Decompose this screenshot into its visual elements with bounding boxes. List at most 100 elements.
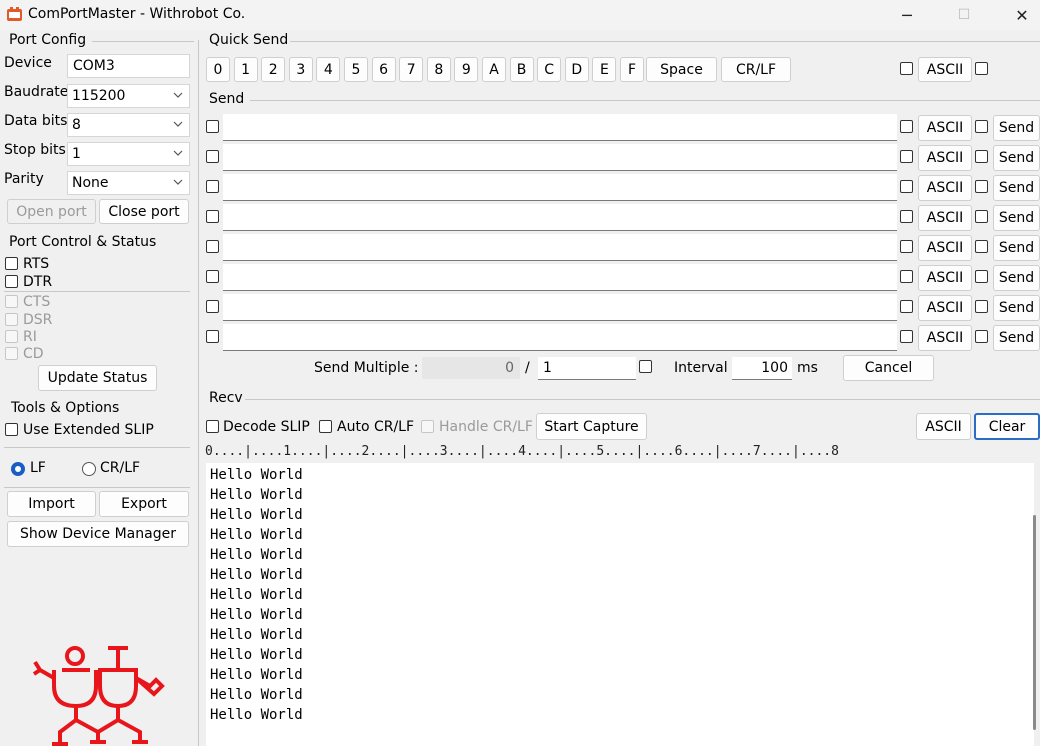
- send-row-send-checkbox[interactable]: [975, 330, 988, 343]
- send-row-ascii-button[interactable]: ASCII: [918, 325, 972, 351]
- send-row-send-checkbox[interactable]: [975, 120, 988, 133]
- interval-input[interactable]: 100: [732, 357, 792, 380]
- import-button[interactable]: Import: [7, 491, 96, 517]
- send-row-ascii-button[interactable]: ASCII: [918, 295, 972, 321]
- send-row-checkbox[interactable]: [206, 120, 219, 133]
- close-port-button[interactable]: Close port: [99, 199, 189, 224]
- recv-output[interactable]: Hello World Hello World Hello World Hello W…: [206, 463, 1034, 746]
- send-row-send-checkbox[interactable]: [975, 180, 988, 193]
- cd-checkbox: [5, 347, 18, 360]
- clear-button[interactable]: Clear: [974, 413, 1040, 440]
- send-row-input[interactable]: [223, 324, 897, 351]
- send-row-checkbox[interactable]: [206, 150, 219, 163]
- stopbits-select[interactable]: 1: [67, 142, 190, 166]
- send-row-checkbox[interactable]: [206, 330, 219, 343]
- send-multiple-total-input[interactable]: 1: [538, 357, 636, 380]
- show-device-manager-button[interactable]: Show Device Manager: [7, 521, 189, 547]
- quick-key-e-button[interactable]: E: [592, 57, 617, 82]
- quick-key-c-button[interactable]: C: [537, 57, 562, 82]
- device-field[interactable]: COM3: [67, 54, 190, 78]
- close-icon[interactable]: ✕: [999, 0, 1040, 30]
- send-row-checkbox[interactable]: [206, 210, 219, 223]
- open-port-button[interactable]: Open port: [7, 199, 96, 224]
- quick-key-d-button[interactable]: D: [564, 57, 589, 82]
- decode-slip-checkbox[interactable]: [206, 420, 219, 433]
- cancel-button[interactable]: Cancel: [843, 355, 934, 381]
- quick-key-4-button[interactable]: 4: [316, 57, 341, 82]
- send-row-send-button[interactable]: Send: [993, 205, 1040, 231]
- quick-key-f-button[interactable]: F: [620, 57, 644, 82]
- recv-ascii-button[interactable]: ASCII: [916, 413, 971, 440]
- send-row-ascii-checkbox[interactable]: [900, 270, 913, 283]
- send-multiple-checkbox[interactable]: [639, 360, 652, 373]
- quick-key-b-button[interactable]: B: [509, 57, 534, 82]
- quick-key-7-button[interactable]: 7: [399, 57, 424, 82]
- send-row-input[interactable]: [223, 234, 897, 261]
- send-row-send-button[interactable]: Send: [993, 115, 1040, 141]
- quick-key-3-button[interactable]: 3: [288, 57, 313, 82]
- update-status-button[interactable]: Update Status: [38, 365, 157, 391]
- send-row-send-button[interactable]: Send: [993, 295, 1040, 321]
- send-row-send-button[interactable]: Send: [993, 325, 1040, 351]
- send-row-checkbox[interactable]: [206, 300, 219, 313]
- send-row-ascii-button[interactable]: ASCII: [918, 235, 972, 261]
- send-row-ascii-button[interactable]: ASCII: [918, 175, 972, 201]
- send-row-input[interactable]: [223, 114, 897, 141]
- quick-ascii-checkbox[interactable]: [900, 62, 913, 75]
- parity-select[interactable]: None: [67, 171, 190, 195]
- quick-key-1-button[interactable]: 1: [233, 57, 258, 82]
- send-row-ascii-checkbox[interactable]: [900, 180, 913, 193]
- send-row-send-checkbox[interactable]: [975, 300, 988, 313]
- send-row-checkbox[interactable]: [206, 270, 219, 283]
- minimize-icon[interactable]: ─: [884, 0, 930, 30]
- send-row-ascii-button[interactable]: ASCII: [918, 205, 972, 231]
- send-row-ascii-checkbox[interactable]: [900, 120, 913, 133]
- quick-key-9-button[interactable]: 9: [454, 57, 479, 82]
- send-row-send-checkbox[interactable]: [975, 210, 988, 223]
- quick-key-a-button[interactable]: A: [482, 57, 506, 82]
- send-row-input[interactable]: [223, 144, 897, 171]
- send-row-ascii-button[interactable]: ASCII: [918, 115, 972, 141]
- send-row-send-checkbox[interactable]: [975, 150, 988, 163]
- recv-scrollbar[interactable]: [1033, 515, 1036, 730]
- send-row-send-checkbox[interactable]: [975, 240, 988, 253]
- send-row-ascii-checkbox[interactable]: [900, 210, 913, 223]
- send-row-ascii-button[interactable]: ASCII: [918, 145, 972, 171]
- send-row-ascii-checkbox[interactable]: [900, 240, 913, 253]
- send-row-input[interactable]: [223, 264, 897, 291]
- send-row-input[interactable]: [223, 294, 897, 321]
- quick-key-0-button[interactable]: 0: [206, 57, 230, 82]
- send-row-send-button[interactable]: Send: [993, 235, 1040, 261]
- quick-extra-checkbox[interactable]: [975, 62, 988, 75]
- send-row-send-button[interactable]: Send: [993, 145, 1040, 171]
- lf-radio[interactable]: [11, 462, 25, 476]
- quick-key-2-button[interactable]: 2: [261, 57, 286, 82]
- send-row-ascii-checkbox[interactable]: [900, 330, 913, 343]
- quick-space-button[interactable]: Space: [646, 57, 717, 82]
- send-row-send-button[interactable]: Send: [993, 175, 1040, 201]
- send-row-ascii-button[interactable]: ASCII: [918, 265, 972, 291]
- quick-ascii-button[interactable]: ASCII: [918, 57, 972, 82]
- quick-crlf-button[interactable]: CR/LF: [721, 57, 791, 82]
- databits-select[interactable]: 8: [67, 113, 190, 137]
- rts-checkbox[interactable]: [5, 257, 18, 270]
- start-capture-button[interactable]: Start Capture: [536, 413, 647, 440]
- send-row-send-button[interactable]: Send: [993, 265, 1040, 291]
- export-button[interactable]: Export: [99, 491, 189, 517]
- send-row-checkbox[interactable]: [206, 180, 219, 193]
- send-row-send-checkbox[interactable]: [975, 270, 988, 283]
- send-row-ascii-checkbox[interactable]: [900, 150, 913, 163]
- send-row-checkbox[interactable]: [206, 240, 219, 253]
- send-row-input[interactable]: [223, 174, 897, 201]
- send-row-ascii-checkbox[interactable]: [900, 300, 913, 313]
- send-row-input[interactable]: [223, 204, 897, 231]
- dtr-checkbox[interactable]: [5, 275, 18, 288]
- quick-key-6-button[interactable]: 6: [371, 57, 396, 82]
- baudrate-select[interactable]: 115200: [67, 84, 190, 108]
- quick-key-8-button[interactable]: 8: [426, 57, 451, 82]
- auto-crlf-checkbox[interactable]: [319, 420, 332, 433]
- crlf-radio[interactable]: [82, 462, 96, 476]
- maximize-icon[interactable]: ☐: [941, 0, 987, 30]
- quick-key-5-button[interactable]: 5: [344, 57, 368, 82]
- extended-slip-checkbox[interactable]: [5, 423, 18, 436]
